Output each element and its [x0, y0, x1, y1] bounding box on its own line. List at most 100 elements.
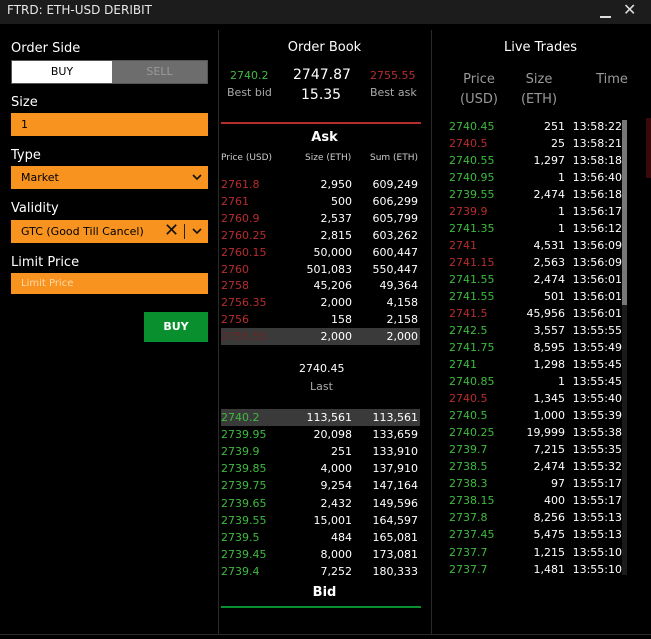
bid-row[interactable]: 2739.75 9,254 147,164 [221, 477, 420, 494]
clear-icon[interactable]: ✕ [164, 220, 179, 242]
submit-buy-button[interactable]: BUY [144, 312, 208, 342]
size-value: 1 [21, 118, 28, 131]
bid-size: 4,000 [320, 462, 353, 476]
trade-time: 13:58:21 [572, 137, 622, 151]
bid-row[interactable]: 2739.95 20,098 133,659 [221, 426, 420, 443]
trade-row: 2740.5 1,345 13:55:40 [449, 390, 624, 407]
bid-row[interactable]: 2739.9 251 133,910 [221, 443, 420, 460]
trade-price: 2740.5 [449, 392, 488, 406]
mid-last-label: Last [310, 380, 333, 393]
bid-sum: 133,910 [372, 445, 419, 459]
bid-sum: 113,561 [372, 411, 419, 424]
order-book-title: Order Book [287, 40, 362, 55]
trade-size: 2,474 [533, 273, 566, 287]
size-input[interactable]: 1 [11, 113, 208, 136]
trade-time: 13:55:17 [572, 477, 622, 491]
bid-price: 2739.45 [221, 547, 267, 561]
ask-row[interactable]: 2760 501,083 550,447 [221, 261, 420, 278]
ask-row[interactable]: 2760.9 2,537 605,799 [221, 210, 420, 227]
col-price-header: Price (USD) [460, 72, 498, 107]
bid-row[interactable]: 2740.2 113,561 113,561 [221, 409, 420, 426]
ask-row[interactable]: 2761 500 606,299 [221, 193, 420, 210]
bid-row[interactable]: 2739.4 7,252 180,333 [221, 563, 420, 580]
bid-size: 9,254 [320, 479, 353, 493]
ask-row[interactable]: 2756 158 2,158 [221, 311, 420, 328]
bid-row[interactable]: 2739.85 4,000 137,910 [221, 460, 420, 477]
bid-sum: 173,081 [372, 547, 419, 561]
trade-row: 2741 1,298 13:55:45 [449, 356, 624, 373]
bid-size: 484 [331, 530, 352, 544]
validity-label: Validity [11, 201, 59, 216]
limit-price-label: Limit Price [11, 255, 80, 270]
trade-row: 2741.55 2,474 13:56:01 [449, 271, 624, 288]
trade-price: 2741 [449, 358, 477, 372]
bid-row[interactable]: 2739.5 484 165,081 [221, 529, 420, 546]
trade-row: 2737.7 1,215 13:55:10 [449, 544, 624, 561]
scrollbar-thumb[interactable] [622, 120, 627, 305]
bid-row[interactable]: 2739.65 2,432 149,596 [221, 495, 420, 512]
trade-price: 2740.55 [449, 154, 495, 168]
side-sell-button[interactable]: SELL [112, 61, 207, 83]
ask-row[interactable]: 2756.35 2,000 4,158 [221, 294, 420, 311]
ask-row[interactable]: 2758 45,206 49,364 [221, 277, 420, 294]
ask-size: 2,950 [320, 178, 353, 191]
ask-price: 2760 [221, 262, 249, 276]
bid-price: 2739.95 [221, 428, 267, 442]
trade-time: 13:55:10 [572, 545, 622, 559]
limit-price-placeholder: Limit Price [21, 278, 74, 289]
trade-price: 2741.5 [449, 307, 488, 321]
ask-size: 2,000 [320, 330, 353, 344]
trade-row: 2737.45 5,475 13:55:13 [449, 526, 624, 543]
trade-row: 2740.55 1,297 13:58:18 [449, 152, 624, 169]
trade-price: 2741.55 [449, 290, 495, 304]
close-icon[interactable]: ✕ [623, 0, 636, 20]
trade-row: 2738.3 97 13:55:17 [449, 475, 624, 492]
validity-select[interactable]: GTC (Good Till Cancel) ✕ [11, 220, 208, 243]
ask-row[interactable]: 2760.15 50,000 600,447 [221, 244, 420, 261]
ask-price: 2756 [221, 313, 249, 327]
trade-row: 2741.15 2,563 13:56:09 [449, 254, 624, 271]
trade-row: 2742.5 3,557 13:55:55 [449, 322, 624, 339]
ask-sum: 605,799 [372, 211, 419, 225]
trade-size: 8,256 [533, 511, 566, 525]
best-ask-label: Best ask [370, 86, 417, 99]
trade-price: 2737.7 [449, 545, 488, 559]
side-buy-button[interactable]: BUY [12, 61, 112, 83]
trade-size: 1 [558, 205, 565, 219]
bid-size: 15,001 [313, 513, 353, 527]
trade-time: 13:55:38 [572, 426, 622, 440]
trade-time: 13:56:17 [572, 205, 622, 219]
trade-size: 501 [544, 290, 565, 304]
type-value: Market [21, 171, 59, 184]
title-bar: FTRD: ETH-USD DERIBIT ✕ [0, 0, 651, 24]
trade-price: 2740.95 [449, 171, 495, 185]
bid-row[interactable]: 2739.55 15,001 164,597 [221, 512, 420, 529]
bid-row[interactable]: 2739.45 8,000 173,081 [221, 546, 420, 563]
ask-price: 2755.55 [221, 330, 267, 344]
type-select[interactable]: Market [11, 166, 208, 189]
bottom-border [0, 634, 651, 635]
col-time-header: Time [596, 72, 628, 87]
minimize-icon[interactable] [598, 2, 612, 18]
bid-sum: 133,659 [372, 428, 419, 442]
bid-price: 2739.85 [221, 462, 267, 476]
ask-price: 2760.15 [221, 245, 267, 259]
ask-row[interactable]: 2755.55 2,000 2,000 [221, 328, 420, 346]
trade-size: 8,595 [533, 341, 566, 355]
trade-price: 2740.5 [449, 137, 488, 151]
trade-size: 1,481 [533, 562, 566, 576]
ask-row[interactable]: 2761.8 2,950 609,249 [221, 176, 420, 193]
trade-row: 2740.95 1 13:56:40 [449, 169, 624, 186]
trade-price: 2739.7 [449, 443, 488, 457]
trade-time: 13:55:17 [572, 494, 622, 508]
trade-price: 2737.8 [449, 511, 488, 525]
ask-sum: 606,299 [372, 194, 419, 208]
bid-price: 2739.9 [221, 445, 260, 459]
ask-price: 2756.35 [221, 296, 267, 310]
bid-sum: 164,597 [372, 513, 419, 527]
trade-price: 2738.5 [449, 460, 488, 474]
ask-row[interactable]: 2760.25 2,815 603,262 [221, 227, 420, 244]
ask-size: 50,000 [313, 245, 353, 259]
limit-price-input[interactable]: Limit Price [11, 273, 208, 294]
live-trades-panel: Live Trades Price (USD) Size (ETH) Time … [431, 30, 648, 635]
